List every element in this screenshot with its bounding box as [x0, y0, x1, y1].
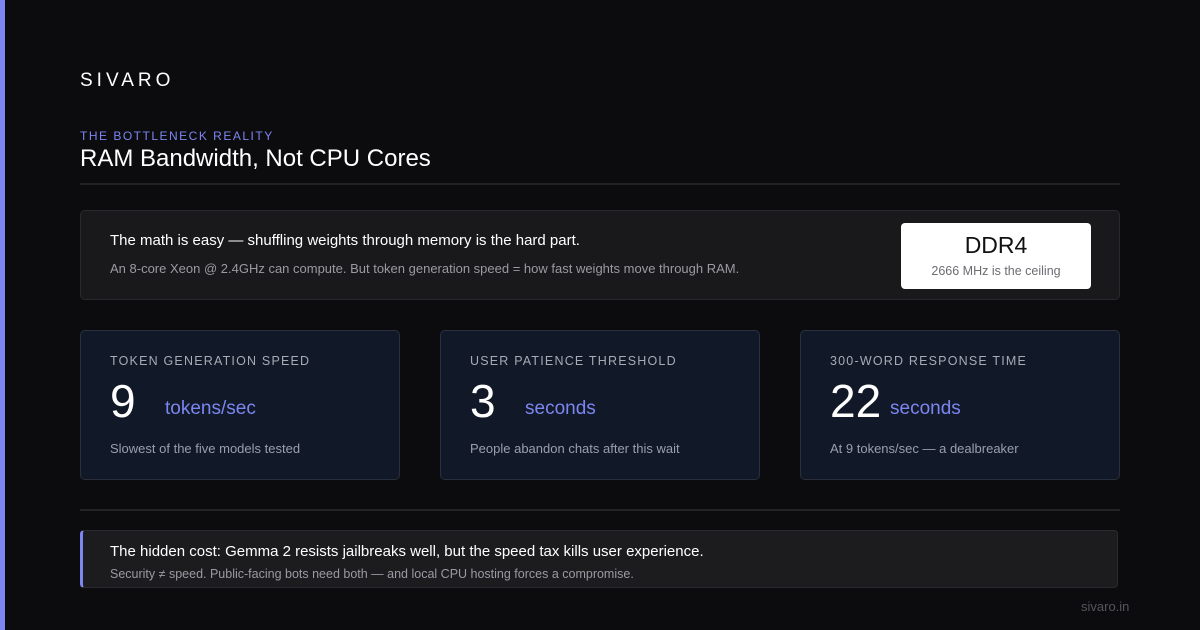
stat-note: Slowest of the five models tested — [110, 441, 301, 456]
hero-card: The math is easy — shuffling weights thr… — [80, 210, 1120, 300]
header-divider — [80, 183, 1120, 185]
stat-note: People abandon chats after this wait — [470, 441, 680, 456]
stat-value: 3 — [470, 375, 496, 427]
stat-label: 300-WORD RESPONSE TIME — [830, 354, 1028, 368]
stat-unit: tokens/sec — [165, 398, 256, 419]
stat-card-response-time: 300-WORD RESPONSE TIME 22 seconds At 9 t… — [800, 330, 1120, 480]
ddr-badge: DDR4 2666 MHz is the ceiling — [901, 223, 1091, 289]
hero-headline: The math is easy — shuffling weights thr… — [110, 232, 580, 249]
hero-subtext: An 8-core Xeon @ 2.4GHz can compute. But… — [110, 261, 740, 276]
stat-label: TOKEN GENERATION SPEED — [110, 354, 311, 368]
stat-card-patience-threshold: USER PATIENCE THRESHOLD 3 seconds People… — [440, 330, 760, 480]
ddr-badge-title: DDR4 — [964, 232, 1028, 258]
page-title: RAM Bandwidth, Not CPU Cores — [80, 145, 431, 172]
left-accent-bar — [0, 0, 5, 630]
stat-value: 9 — [110, 375, 136, 427]
ddr-badge-subtitle: 2666 MHz is the ceiling — [931, 264, 1061, 278]
stat-value: 22 — [830, 375, 882, 427]
callout-subtext: Security ≠ speed. Public-facing bots nee… — [110, 567, 634, 581]
stat-card-token-speed: TOKEN GENERATION SPEED 9 tokens/sec Slow… — [80, 330, 400, 480]
stat-note: At 9 tokens/sec — a dealbreaker — [830, 441, 1019, 456]
callout-card: The hidden cost: Gemma 2 resists jailbre… — [80, 530, 1118, 588]
section-divider — [80, 509, 1120, 511]
section-eyebrow: THE BOTTLENECK REALITY — [80, 129, 274, 143]
callout-headline: The hidden cost: Gemma 2 resists jailbre… — [110, 543, 704, 560]
stat-label: USER PATIENCE THRESHOLD — [470, 354, 677, 368]
footer-domain: sivaro.in — [1081, 599, 1130, 614]
stat-unit: seconds — [525, 398, 596, 419]
stat-unit: seconds — [890, 398, 961, 419]
brand-logo: SIVARO — [80, 70, 175, 91]
